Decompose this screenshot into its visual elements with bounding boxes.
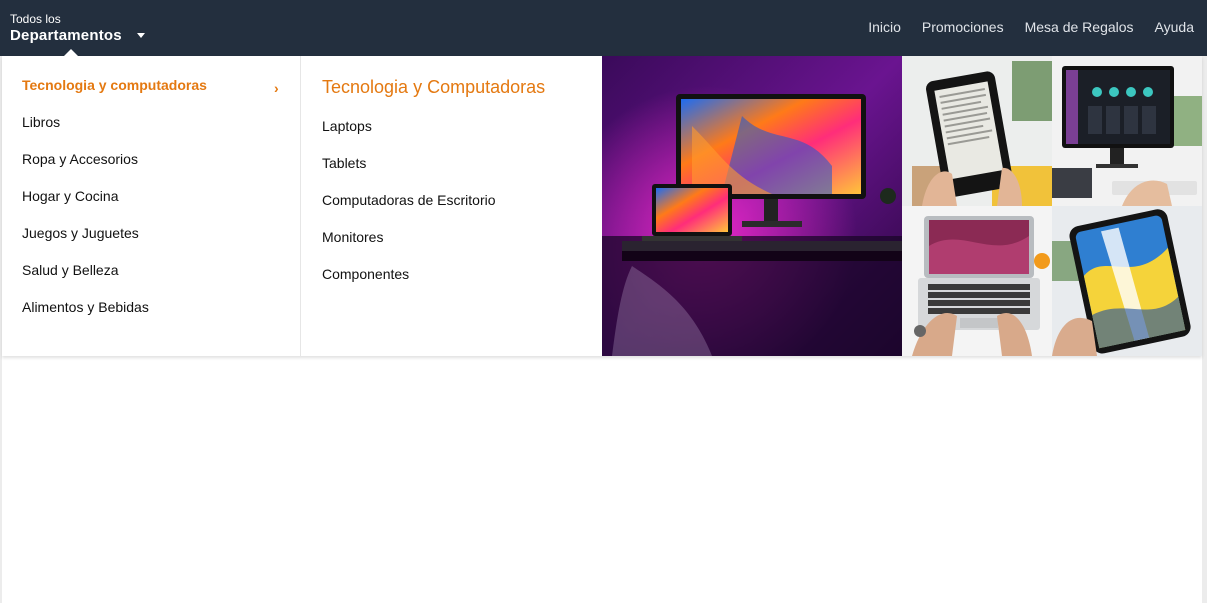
tablet-image[interactable]: [1052, 206, 1202, 356]
nav-link-promociones[interactable]: Promociones: [922, 19, 1004, 35]
subcategory-panel: Tecnologia y Computadoras Laptops Tablet…: [302, 56, 602, 356]
dept-item-ropa[interactable]: Ropa y Accesorios: [22, 151, 138, 167]
departments-list: Tecnologia y computadoras › Libros Ropa …: [2, 56, 301, 356]
nav-link-inicio[interactable]: Inicio: [868, 19, 901, 35]
departments-dropdown-toggle[interactable]: Todos los Departamentos: [10, 11, 150, 47]
ereader-image[interactable]: [902, 56, 1052, 206]
sub-item-tablets[interactable]: Tablets: [322, 155, 366, 171]
caret-down-icon: [137, 33, 145, 38]
dropdown-pointer-notch: [64, 49, 78, 56]
dept-item-tecnologia[interactable]: Tecnologia y computadoras: [22, 77, 207, 93]
departments-toggle-label: Departamentos: [10, 27, 122, 44]
sub-item-laptops[interactable]: Laptops: [322, 118, 372, 134]
nav-link-mesa-de-regalos[interactable]: Mesa de Regalos: [1025, 19, 1134, 35]
laptop-image[interactable]: [902, 206, 1052, 356]
nav-link-ayuda[interactable]: Ayuda: [1155, 19, 1194, 35]
chevron-right-icon: ›: [274, 80, 279, 96]
desk-setup-image[interactable]: [602, 56, 902, 356]
dept-item-libros[interactable]: Libros: [22, 114, 60, 130]
dept-item-juegos[interactable]: Juegos y Juguetes: [22, 225, 139, 241]
top-navigation-bar: Todos los Departamentos Inicio Promocion…: [0, 0, 1207, 56]
sub-item-escritorio[interactable]: Computadoras de Escritorio: [322, 192, 496, 208]
sub-item-monitores[interactable]: Monitores: [322, 229, 383, 245]
page-edge-right: [1202, 56, 1207, 603]
dept-item-alimentos[interactable]: Alimentos y Bebidas: [22, 299, 149, 315]
promo-image-gallery: [602, 56, 1202, 356]
subcategory-title: Tecnologia y Computadoras: [322, 77, 546, 97]
departments-toggle-caption: Todos los: [10, 12, 61, 26]
sub-item-componentes[interactable]: Componentes: [322, 266, 409, 282]
dept-item-hogar[interactable]: Hogar y Cocina: [22, 188, 119, 204]
departments-mega-menu: Tecnologia y computadoras › Libros Ropa …: [2, 56, 1202, 356]
desktop-monitor-image[interactable]: [1052, 56, 1202, 206]
dept-item-salud[interactable]: Salud y Belleza: [22, 262, 119, 278]
main-nav: Inicio Promociones Mesa de Regalos Ayuda: [868, 19, 1194, 35]
